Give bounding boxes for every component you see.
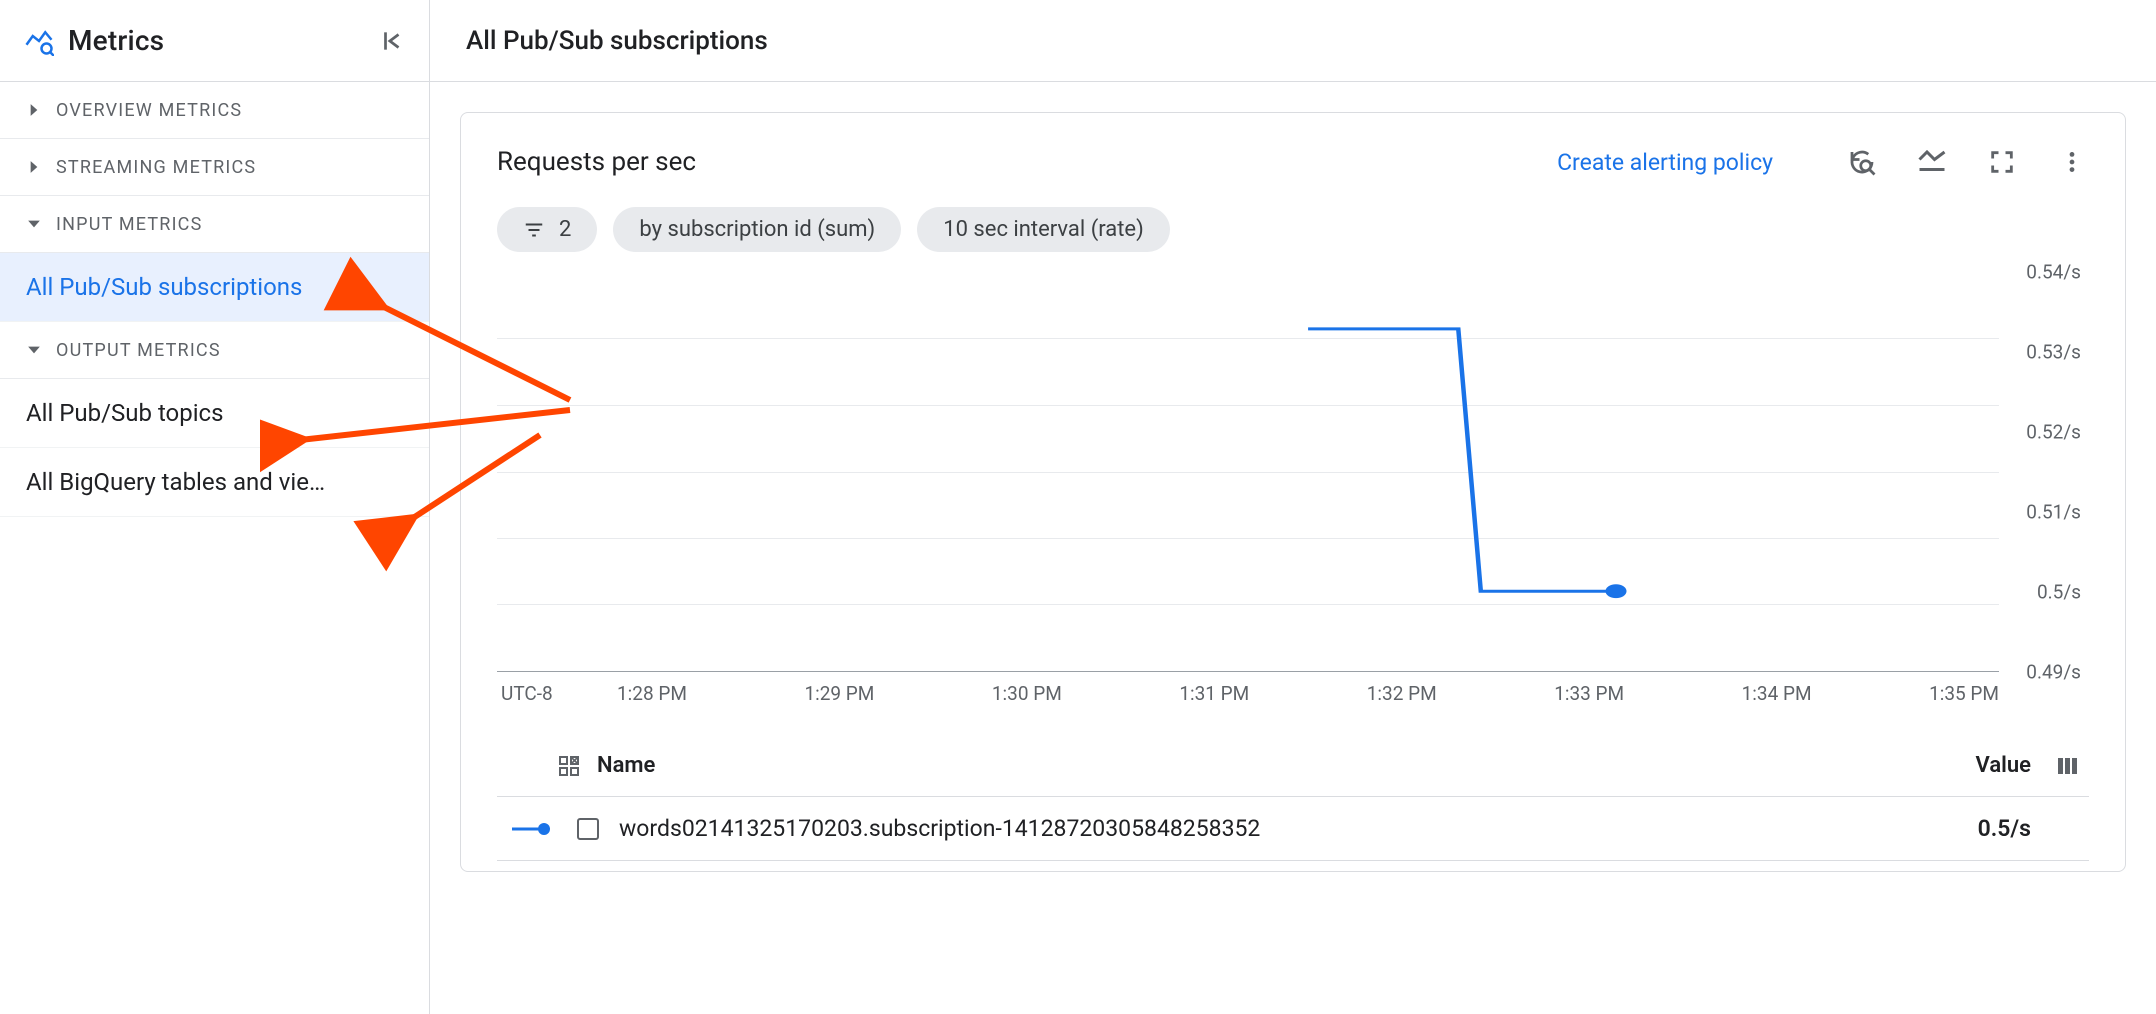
more-options-button[interactable] (2055, 145, 2089, 179)
filter-chip[interactable]: 2 (497, 207, 597, 252)
series-table: Name Value words02141325170203.subscript… (497, 735, 2089, 861)
column-name[interactable]: Name (597, 753, 1976, 778)
x-tick: 1:28 PM (617, 682, 687, 705)
row-checkbox[interactable] (577, 818, 599, 840)
group-input-metrics[interactable]: INPUT METRICS (0, 196, 429, 253)
view-grid-icon[interactable] (557, 754, 581, 778)
y-tick: 0.49/s (2026, 661, 2081, 684)
card-header: Requests per sec Create alerting policy (497, 145, 2089, 179)
metrics-icon (24, 26, 54, 56)
chart-plot-area[interactable] (497, 272, 1999, 672)
interval-chip[interactable]: 10 sec interval (rate) (917, 207, 1170, 252)
x-tick: 1:34 PM (1742, 682, 1812, 705)
sidebar-title: Metrics (68, 24, 379, 57)
group-streaming-metrics[interactable]: STREAMING METRICS (0, 139, 429, 196)
chart-card: Requests per sec Create alerting policy (460, 112, 2126, 872)
row-name: words02141325170203.subscription-1412872… (619, 815, 1978, 842)
column-value[interactable]: Value (1976, 753, 2031, 778)
filter-count: 2 (559, 217, 571, 242)
create-alerting-policy-link[interactable]: Create alerting policy (1557, 149, 1773, 176)
x-tick: 1:35 PM (1929, 682, 1999, 705)
nav-item-label: All Pub/Sub topics (26, 399, 224, 427)
content: Requests per sec Create alerting policy (430, 82, 2156, 1014)
grouping-chip[interactable]: by subscription id (sum) (613, 207, 901, 252)
y-tick: 0.52/s (2026, 421, 2081, 444)
nav-item-label: All Pub/Sub subscriptions (26, 273, 302, 301)
table-header: Name Value (497, 735, 2089, 797)
page-title: All Pub/Sub subscriptions (466, 26, 768, 56)
fullscreen-button[interactable] (1985, 145, 2019, 179)
y-tick: 0.54/s (2026, 261, 2081, 284)
group-label: OVERVIEW METRICS (56, 100, 242, 121)
grouping-label: by subscription id (sum) (639, 217, 875, 242)
y-tick: 0.5/s (2037, 581, 2081, 604)
group-label: OUTPUT METRICS (56, 340, 221, 361)
chart-x-axis: UTC-8 1:28 PM 1:29 PM 1:30 PM 1:31 PM 1:… (497, 682, 2089, 705)
group-label: STREAMING METRICS (56, 157, 256, 178)
interval-label: 10 sec interval (rate) (943, 217, 1144, 242)
x-tick: 1:30 PM (992, 682, 1062, 705)
card-title: Requests per sec (497, 147, 1557, 177)
series-legend-mark (507, 822, 557, 836)
main: All Pub/Sub subscriptions Requests per s… (430, 0, 2156, 1014)
sidebar-item-pubsub-topics[interactable]: All Pub/Sub topics (0, 379, 429, 448)
x-tick: 1:33 PM (1554, 682, 1624, 705)
table-row[interactable]: words02141325170203.subscription-1412872… (497, 797, 2089, 861)
reset-zoom-button[interactable] (1845, 145, 1879, 179)
filter-icon (523, 219, 545, 241)
sidebar-item-bigquery-tables[interactable]: All BigQuery tables and vie… (0, 448, 429, 517)
x-tick: 1:32 PM (1367, 682, 1437, 705)
chart-chips: 2 by subscription id (sum) 10 sec interv… (497, 207, 2089, 252)
chevron-right-icon (22, 98, 46, 122)
chevron-down-icon (22, 212, 46, 236)
collapse-sidebar-button[interactable] (379, 28, 405, 54)
sidebar: Metrics OVERVIEW METRICS STREAMING METRI… (0, 0, 430, 1014)
chevron-down-icon (22, 338, 46, 362)
nav-item-label: All BigQuery tables and vie… (26, 468, 325, 496)
sidebar-header: Metrics (0, 0, 429, 82)
legend-toggle-button[interactable] (1915, 145, 1949, 179)
sidebar-item-pubsub-subscriptions[interactable]: All Pub/Sub subscriptions (0, 253, 429, 322)
row-value: 0.5/s (1978, 815, 2031, 842)
x-tick: 1:31 PM (1179, 682, 1249, 705)
group-label: INPUT METRICS (56, 214, 202, 235)
chart: 0.54/s 0.53/s 0.52/s 0.51/s 0.5/s 0.49/s (497, 272, 2089, 672)
timezone-label: UTC-8 (497, 682, 617, 705)
group-overview-metrics[interactable]: OVERVIEW METRICS (0, 82, 429, 139)
y-tick: 0.53/s (2026, 341, 2081, 364)
columns-icon[interactable] (2055, 754, 2079, 778)
y-tick: 0.51/s (2026, 501, 2081, 524)
main-header: All Pub/Sub subscriptions (430, 0, 2156, 82)
chevron-right-icon (22, 155, 46, 179)
x-tick: 1:29 PM (804, 682, 874, 705)
group-output-metrics[interactable]: OUTPUT METRICS (0, 322, 429, 379)
chart-y-axis: 0.54/s 0.53/s 0.52/s 0.51/s 0.5/s 0.49/s (1999, 272, 2089, 672)
